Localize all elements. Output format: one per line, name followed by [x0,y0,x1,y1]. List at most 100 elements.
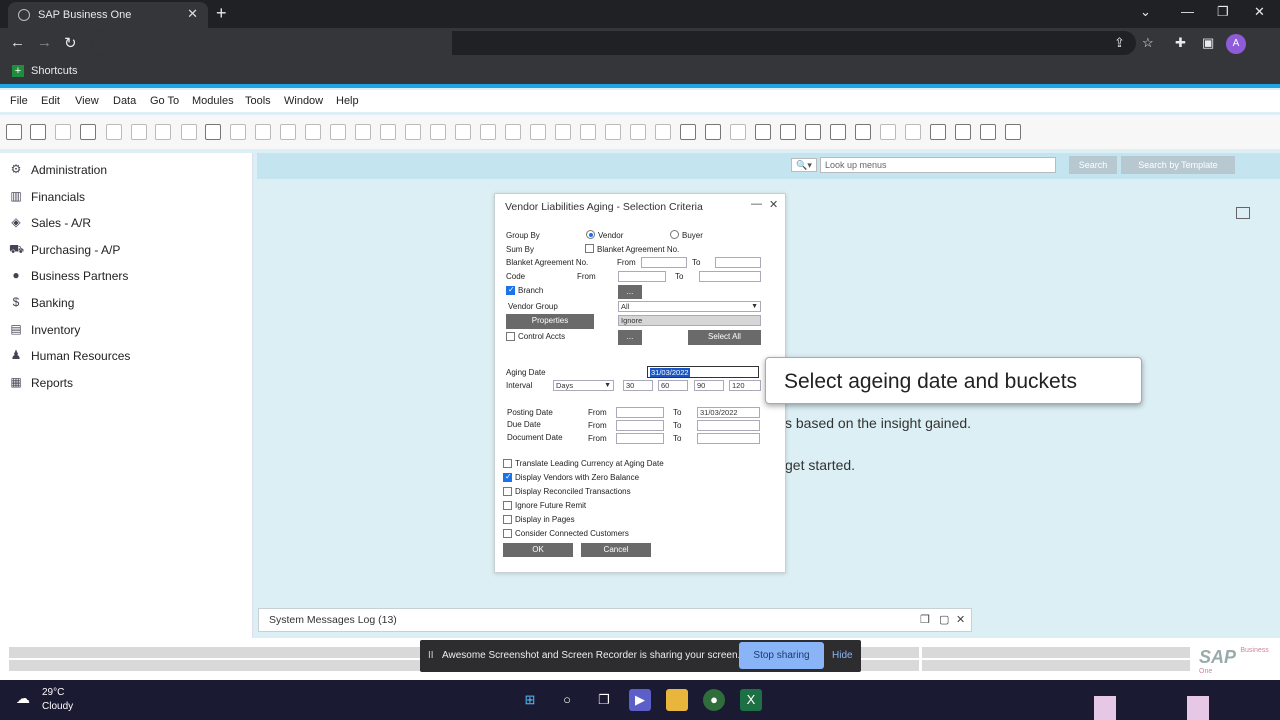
nav-purchasing[interactable]: ⛟ Purchasing - A/P [9,241,244,259]
filter-icon[interactable] [405,124,421,140]
first-record-icon[interactable] [280,124,296,140]
ok-button[interactable]: OK [503,543,573,557]
cockpit-icon[interactable] [980,124,996,140]
due-to-field[interactable] [697,420,760,431]
document-icon[interactable] [655,124,671,140]
window-close-icon[interactable]: ✕ [1254,4,1265,20]
reports-icon[interactable] [805,124,821,140]
help-icon[interactable] [1005,124,1021,140]
interval-unit-dropdown[interactable]: Days ▼ [553,380,614,391]
dialog-minimize-icon[interactable]: — [751,198,762,210]
connected-customers-checkbox[interactable] [503,529,512,538]
forward-icon[interactable]: → [37,34,52,51]
layout-icon[interactable] [455,124,471,140]
gross-profit-icon[interactable] [530,124,546,140]
bucket-1-field[interactable]: 30 [623,380,653,391]
share-icon[interactable]: ⇪ [1114,35,1125,51]
menu-data[interactable]: Data [113,95,136,107]
stop-sharing-button[interactable]: Stop sharing [739,642,824,669]
export-icon[interactable] [55,124,71,140]
chat-icon[interactable] [730,124,746,140]
previous-record-icon[interactable] [305,124,321,140]
stamp-icon[interactable] [855,124,871,140]
log-restore-icon[interactable]: ❐ [920,613,930,626]
teams-chat-icon[interactable]: ▶ [629,689,651,711]
menu-view[interactable]: View [75,95,99,107]
start-icon[interactable]: ⊞ [519,689,541,711]
tab-search-icon[interactable]: ⌄ [1140,4,1151,20]
chrome-icon[interactable]: ● [703,689,725,711]
menu-edit[interactable]: Edit [41,95,60,107]
bucket-2-field[interactable]: 60 [658,380,688,391]
bookmark-star-icon[interactable]: ☆ [1142,35,1154,51]
pdf-icon[interactable] [155,124,171,140]
target-document-icon[interactable] [505,124,521,140]
cockpit-toggle-icon[interactable] [1236,207,1250,219]
drag-relate-icon[interactable] [880,124,896,140]
tray-item[interactable] [1094,696,1116,720]
word-icon[interactable] [131,124,147,140]
log-close-icon[interactable]: ✕ [956,613,965,626]
properties-button[interactable]: Properties [506,314,594,329]
move-icon[interactable] [181,124,197,140]
refresh-icon[interactable] [380,124,396,140]
next-record-icon[interactable] [330,124,346,140]
journal-icon[interactable] [555,124,571,140]
profile-avatar[interactable]: A [1226,34,1246,54]
log-maximize-icon[interactable]: ▢ [939,613,949,626]
branch-select-button[interactable]: ... [618,285,642,299]
file-explorer-icon[interactable] [666,689,688,711]
side-panel-icon[interactable]: ▣ [1202,35,1214,51]
menu-window[interactable]: Window [284,95,323,107]
menu-search-input[interactable]: Look up menus [820,157,1056,173]
browser-tab[interactable]: SAP Business One ✕ [8,2,208,28]
restore-icon[interactable]: ❐ [1217,4,1229,20]
nav-administration[interactable]: ⚙ Administration [9,161,244,179]
menu-goto[interactable]: Go To [150,95,179,107]
nav-reports[interactable]: ▦ Reports [9,374,244,392]
menu-help[interactable]: Help [336,95,359,107]
nav-sales[interactable]: ◈ Sales - A/R [9,214,244,232]
launch-icon[interactable] [930,124,946,140]
translate-currency-checkbox[interactable] [503,459,512,468]
payment-icon[interactable] [605,124,621,140]
select-all-button[interactable]: Select All [688,330,761,345]
search-by-template-button[interactable]: Search by Template [1121,156,1235,174]
vendor-radio[interactable] [586,230,595,239]
pause-icon[interactable]: II [428,650,434,661]
edit-icon[interactable] [630,124,646,140]
find-icon[interactable] [6,124,22,140]
minimize-icon[interactable]: — [1181,4,1194,19]
calendar-icon[interactable] [755,124,771,140]
calculator-icon[interactable] [680,124,696,140]
search-icon[interactable]: ○ [556,689,578,711]
last-record-icon[interactable] [355,124,371,140]
search-button[interactable]: Search [1069,156,1117,174]
binoculars-icon[interactable] [230,124,246,140]
tray-item[interactable] [1187,696,1209,720]
system-messages-log[interactable]: System Messages Log (13) ❐ ▢ ✕ [258,608,972,632]
code-from-field[interactable] [618,271,666,282]
tab-close-icon[interactable]: ✕ [187,6,198,22]
control-accts-checkbox[interactable] [506,332,515,341]
cancel-button[interactable]: Cancel [581,543,651,557]
bucket-3-field[interactable]: 90 [694,380,724,391]
document-from-field[interactable] [616,433,664,444]
nav-inventory[interactable]: ▤ Inventory [9,321,244,339]
print-icon[interactable] [80,124,96,140]
menu-tools[interactable]: Tools [245,95,271,107]
reconciled-checkbox[interactable] [503,487,512,496]
branch-checkbox[interactable] [506,285,515,295]
analytics-icon[interactable] [955,124,971,140]
base-document-icon[interactable] [480,124,496,140]
code-to-field[interactable] [699,271,761,282]
posting-from-field[interactable] [616,407,664,418]
zero-balance-checkbox[interactable] [503,472,512,482]
vendor-group-dropdown[interactable]: All ▼ [618,301,761,312]
dialog-close-icon[interactable]: ✕ [769,198,778,211]
aging-date-field[interactable]: 31/03/2022 [647,366,759,378]
future-remit-checkbox[interactable] [503,501,512,510]
blanket-agreement-checkbox[interactable] [585,244,594,253]
menu-file[interactable]: File [10,95,28,107]
settings-icon[interactable] [580,124,596,140]
